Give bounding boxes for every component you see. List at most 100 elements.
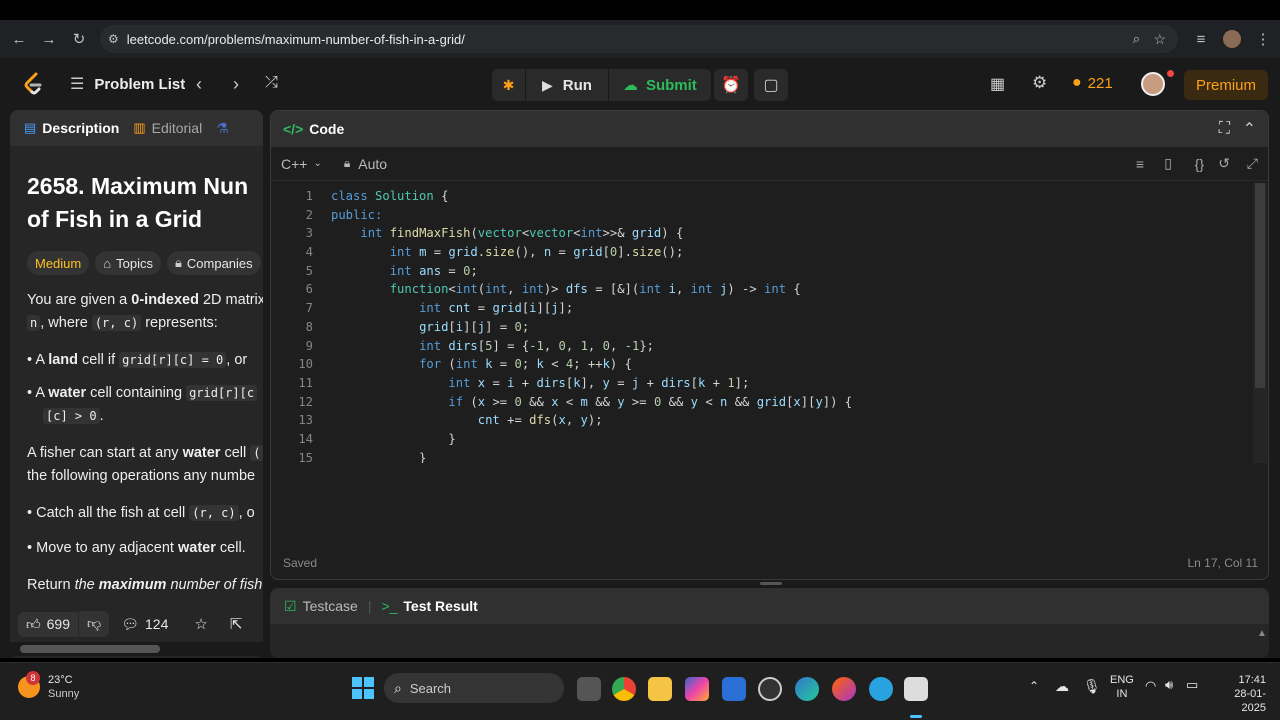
code-line[interactable]: 13 cnt += dfs(x, y); [271,411,1251,430]
settings-icon[interactable]: ⚙ [1032,73,1047,93]
layout-icon[interactable]: ▦ [990,74,1005,94]
code-line[interactable]: 3 int findMaxFish(vector<vector<int>>& g… [271,224,1251,243]
bookmark-star-icon[interactable]: ☆ [1153,31,1166,48]
lang-code: ENG [1110,674,1134,686]
submit-button[interactable]: ☁ Submit [609,69,711,101]
code-line[interactable]: 9 int dirs[5] = {-1, 0, 1, 0, -1}; [271,337,1251,356]
fullscreen-icon[interactable]: ⤢ [1247,155,1258,172]
tab-testcase[interactable]: ☑ Testcase [284,598,358,615]
share-icon[interactable]: ⇱ [230,615,243,633]
flask-icon[interactable]: ⚗ [216,120,229,137]
prev-problem-icon[interactable]: ‹ [196,74,202,95]
browser-menu-icon[interactable]: ⋮ [1248,24,1278,54]
alarm-icon[interactable]: ⏰ [714,69,748,101]
reload-icon[interactable]: ↻ [64,24,94,54]
language-indicator[interactable]: ENG IN [1110,673,1134,701]
weather-widget[interactable]: 8 23°C Sunny [18,671,79,701]
battery-icon[interactable]: ▭ [1186,677,1198,693]
run-button[interactable]: ▶ Run [526,69,609,101]
problem-list-button[interactable]: ☰ Problem List [70,74,185,94]
taskbar-search[interactable]: ⌕ Search [384,673,564,703]
format-icon[interactable]: ≡ [1136,156,1144,172]
chrome-icon[interactable] [612,677,636,701]
code-area[interactable]: 1 class Solution {2 public: 3 int findMaxFi… [271,187,1251,463]
copilot-icon[interactable] [685,677,709,701]
saved-status: Saved [283,556,318,570]
test-tabs: ☑ Testcase | >_ Test Result [270,588,1269,624]
start-icon[interactable] [352,677,374,699]
edge-icon[interactable] [795,677,819,701]
media-control-icon[interactable]: ≡ [1186,24,1216,54]
autocomplete-mode[interactable]: 🔒︎ Auto [344,156,387,172]
next-problem-icon[interactable]: › [233,74,239,95]
thumbs-up-icon: 👍︎ [26,615,41,632]
zoom-icon[interactable]: ⌕ [1133,31,1140,47]
premium-button[interactable]: Premium [1184,70,1268,100]
panel-resize-handle[interactable] [760,582,782,585]
dell-icon[interactable] [758,677,782,701]
description-footer: 👍︎ 699 👎︎ 💬︎ 124 ☆ ⇱ [10,608,263,640]
code-line[interactable]: 14 } [271,430,1251,449]
microphone-icon[interactable]: 🎙︎ [1083,678,1101,695]
task-view-icon[interactable] [577,677,601,701]
code-line[interactable]: 7 int cnt = grid[i][j]; [271,299,1251,318]
editor-scrollbar[interactable] [1253,183,1267,463]
code-line[interactable]: 6 function<int(int, int)> dfs = [&](int … [271,280,1251,299]
store-icon[interactable] [722,677,746,701]
user-avatar[interactable] [1141,72,1165,96]
site-info-icon[interactable]: ⚙ [108,32,119,46]
volume-icon[interactable]: 🔊︎ [1165,677,1173,693]
scrollbar-thumb[interactable] [20,645,160,653]
code-line[interactable]: 10 for (int k = 0; k < 4; ++k) { [271,355,1251,374]
difficulty-badge[interactable]: Medium [27,251,90,275]
braces-icon[interactable]: {} [1195,156,1204,172]
companies-button[interactable]: 🔒︎ Companies [166,251,261,275]
topics-button[interactable]: ⌂ Topics [95,251,161,275]
code-line[interactable]: 4 int m = grid.size(), n = grid[0].size(… [271,243,1251,262]
tab-description[interactable]: ▤ Description [24,120,119,136]
chevron-up-icon[interactable]: ⌃ [1029,679,1039,693]
firefox-icon[interactable] [832,677,856,701]
language-select[interactable]: C++ ⌄ [281,156,322,172]
code-line[interactable]: 2 public: [271,206,1251,225]
reset-icon[interactable]: ↺ [1218,155,1230,172]
test-scrollbar[interactable]: ▲ [1257,628,1267,652]
code-line[interactable]: 12 if (x >= 0 && x < m && y >= 0 && y < … [271,393,1251,412]
like-button[interactable]: 👍︎ 699 [18,611,78,637]
code-line[interactable]: 1 class Solution { [271,187,1251,206]
code-line[interactable]: 5 int ans = 0; [271,262,1251,281]
clock[interactable]: 17:41 28-01-2025 [1210,673,1266,715]
collapse-icon[interactable]: ⌃ [1243,119,1256,139]
address-bar[interactable]: ⚙ leetcode.com/problems/maximum-number-o… [100,25,1178,53]
wifi-icon[interactable]: ◠ [1145,678,1156,694]
code-line[interactable]: 15 } [271,449,1251,463]
code-tab-label[interactable]: Code [309,121,344,137]
editor-scrollbar-thumb[interactable] [1255,183,1265,388]
onedrive-icon[interactable]: ☁ [1055,678,1069,695]
comments-button[interactable]: 💬︎ 124 [121,616,168,633]
file-explorer-icon[interactable] [648,677,672,701]
dislike-button[interactable]: 👎︎ [79,611,110,637]
code-header: </> Code ⛶ ⌃ [271,111,1268,147]
code-line[interactable]: 8 grid[i][j] = 0; [271,318,1251,337]
line-number: 7 [305,301,313,316]
active-app-icon[interactable] [904,677,928,701]
horizontal-scrollbar[interactable] [10,642,263,656]
maximize-icon[interactable]: ⛶ [1219,120,1230,138]
bullet-water-line2: [c] > 0. [27,405,263,428]
forward-icon[interactable]: → [34,24,64,54]
star-icon[interactable]: ☆ [194,615,207,633]
editor-toolbar: C++ ⌄ 🔒︎ Auto ≡ ▯ {} ↺ ⤢ [271,147,1268,181]
bookmark-icon[interactable]: ▯ [1164,155,1172,172]
streak-counter[interactable]: ● 221 [1072,74,1113,92]
back-icon[interactable]: ← [4,24,34,54]
shuffle-icon[interactable]: ⤮ [265,74,278,92]
profile-avatar[interactable] [1223,30,1241,48]
telegram-icon[interactable] [869,677,893,701]
code-line[interactable]: 11 int x = i + dirs[k], y = j + dirs[k +… [271,374,1251,393]
tab-test-result[interactable]: >_ Test Result [381,598,477,614]
tab-editorial[interactable]: ▥ Editorial [133,120,202,136]
leetcode-logo[interactable] [22,72,44,96]
notes-icon[interactable]: ▢ [754,69,788,101]
debug-icon[interactable]: ✱ [492,69,526,101]
